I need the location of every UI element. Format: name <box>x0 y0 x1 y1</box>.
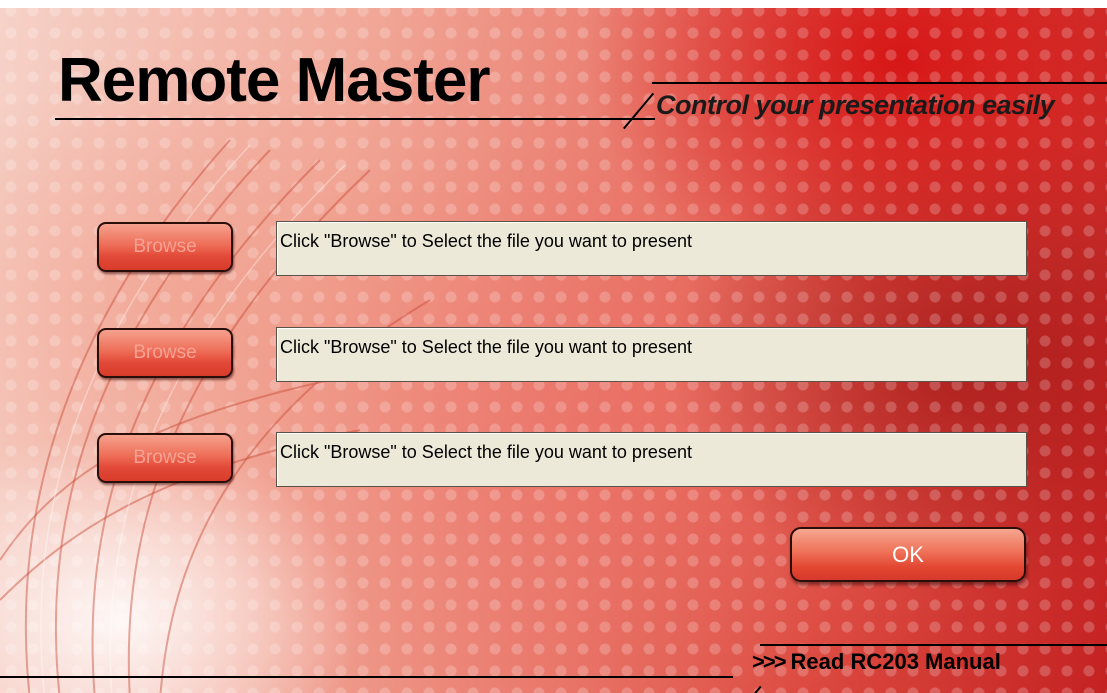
tagline-overline <box>652 82 1107 84</box>
ok-button[interactable]: OK <box>790 527 1026 582</box>
app-title: Remote Master <box>58 46 490 115</box>
app-window: Remote Master Control your presentation … <box>0 0 1107 693</box>
top-strip <box>0 0 1107 8</box>
manual-link-overline <box>760 644 1107 646</box>
app-tagline: Control your presentation easily <box>656 90 1055 120</box>
file-path-field-1[interactable]: Click "Browse" to Select the file you wa… <box>276 221 1027 276</box>
browse-button-3[interactable]: Browse <box>97 433 233 483</box>
browse-button-1[interactable]: Browse <box>97 222 233 272</box>
browse-button-label: Browse <box>133 447 197 468</box>
read-manual-link[interactable]: >>> Read RC203 Manual <box>752 648 1001 676</box>
title-underline <box>55 118 655 120</box>
file-path-text: Click "Browse" to Select the file you wa… <box>280 442 692 462</box>
ok-button-label: OK <box>892 541 924 567</box>
browse-button-2[interactable]: Browse <box>97 328 233 378</box>
file-path-text: Click "Browse" to Select the file you wa… <box>280 231 692 251</box>
browse-button-label: Browse <box>133 342 197 363</box>
file-path-text: Click "Browse" to Select the file you wa… <box>280 337 692 357</box>
file-path-field-2[interactable]: Click "Browse" to Select the file you wa… <box>276 327 1027 382</box>
read-manual-label: Read RC203 Manual <box>790 649 1001 674</box>
forward-arrows-icon: >>> <box>752 649 787 674</box>
footer-underline <box>0 676 733 678</box>
browse-button-label: Browse <box>133 236 197 257</box>
file-path-field-3[interactable]: Click "Browse" to Select the file you wa… <box>276 432 1027 487</box>
